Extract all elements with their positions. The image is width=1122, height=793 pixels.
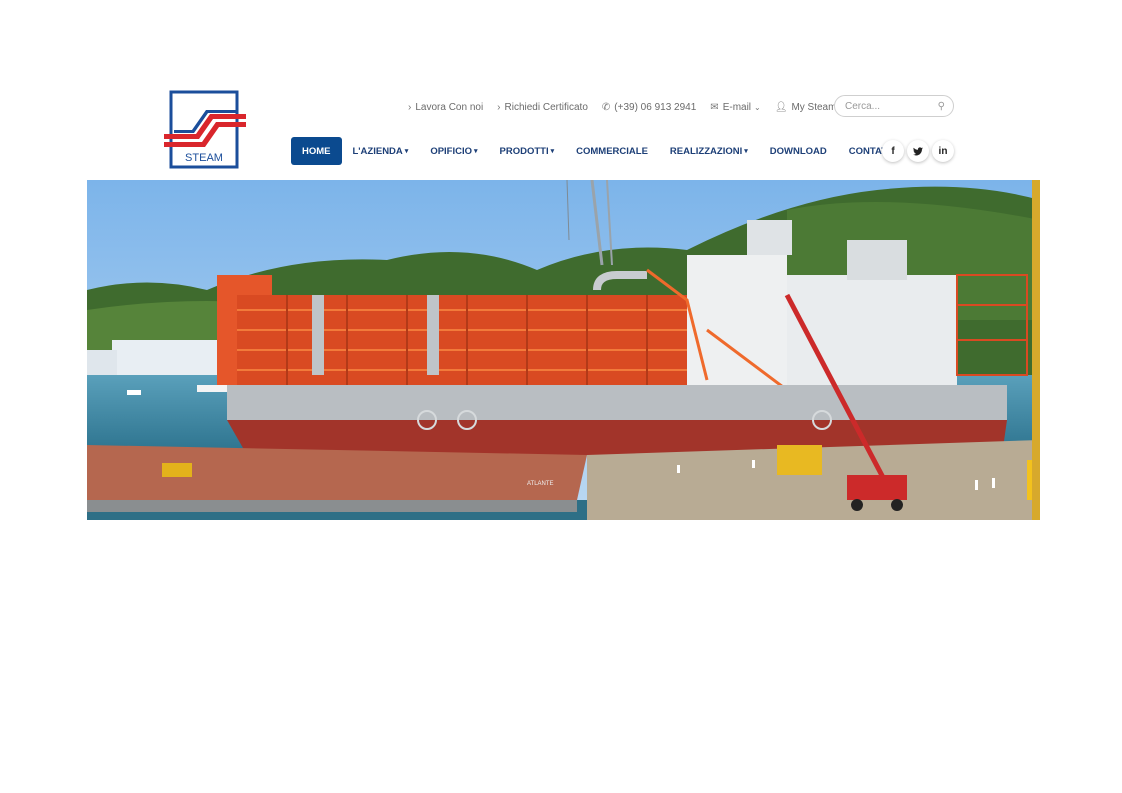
nav-item-realizzazioni[interactable]: REALIZZAZIONI ▾ [659, 137, 759, 165]
nav-prodotti-label: PRODOTTI [499, 145, 549, 157]
search-input[interactable] [843, 99, 937, 113]
my-steam-label: My Steam [791, 101, 837, 113]
lavora-con-noi-link[interactable]: › Lavora Con noi [408, 102, 483, 113]
shipyard-scene: ATLANTE [87, 180, 1040, 520]
email-dropdown[interactable]: ✉ E-mail ⌄ [710, 102, 760, 113]
hero-banner-image: ATLANTE [87, 180, 1040, 520]
email-label: E-mail [722, 101, 752, 113]
twitter-icon[interactable] [907, 140, 929, 162]
search-icon[interactable]: ⚲ [938, 101, 945, 112]
envelope-icon: ✉ [710, 101, 719, 113]
phone-icon: ✆ [601, 101, 611, 113]
nav-item-home[interactable]: HOME [291, 137, 342, 165]
search-box: ⚲ [834, 95, 954, 117]
caret-down-icon: ▾ [550, 148, 555, 155]
caret-down-icon: ▾ [404, 148, 409, 155]
steam-logo-mark: STEAM [164, 90, 246, 169]
nav-azienda-label: L'AZIENDA [352, 145, 403, 157]
chevron-right-icon: › [408, 101, 412, 113]
caret-down-icon: ▾ [744, 148, 748, 155]
top-utility-bar: › Lavora Con noi › Richiedi Certificato … [408, 96, 850, 118]
page: STEAM › Lavora Con noi › Richiedi Certif… [0, 0, 1122, 793]
nav-item-opificio[interactable]: OPIFICIO ▾ [419, 137, 488, 165]
twitter-bird-glyph [913, 146, 923, 155]
facebook-icon[interactable]: f [882, 140, 904, 162]
nav-commerciale-label: COMMERCIALE [576, 145, 648, 157]
barge-name: ATLANTE [527, 481, 554, 487]
nav-home-label: HOME [302, 145, 331, 157]
social-links: f in [882, 140, 957, 162]
nav-item-azienda[interactable]: L'AZIENDA ▾ [342, 137, 420, 165]
user-icon: 👤︎ [774, 101, 788, 113]
nav-item-commerciale[interactable]: COMMERCIALE [565, 137, 659, 165]
logo-text: STEAM [185, 152, 223, 164]
steam-logo[interactable]: STEAM [162, 90, 248, 170]
main-nav: HOME L'AZIENDA ▾ OPIFICIO ▾ PRODOTTI ▾ COMM… [291, 137, 906, 165]
linkedin-icon[interactable]: in [932, 140, 954, 162]
richiedi-certificato-label: Richiedi Certificato [504, 101, 588, 113]
chevron-right-icon: › [497, 101, 501, 113]
nav-item-download[interactable]: DOWNLOAD [759, 137, 838, 165]
phone-number: (+39) 06 913 2941 [614, 101, 697, 113]
my-steam-link[interactable]: 👤︎ My Steam [775, 102, 837, 113]
nav-opificio-label: OPIFICIO [430, 145, 473, 157]
lavora-con-noi-label: Lavora Con noi [415, 101, 484, 113]
caret-down-icon: ▾ [474, 148, 478, 155]
nav-realizzazioni-label: REALIZZAZIONI [669, 145, 743, 157]
nav-item-prodotti[interactable]: PRODOTTI ▾ [489, 137, 566, 165]
phone-link[interactable]: ✆ (+39) 06 913 2941 [602, 102, 696, 113]
nav-download-label: DOWNLOAD [769, 145, 827, 157]
richiedi-certificato-link[interactable]: › Richiedi Certificato [497, 102, 588, 113]
chevron-down-icon: ⌄ [754, 102, 761, 112]
